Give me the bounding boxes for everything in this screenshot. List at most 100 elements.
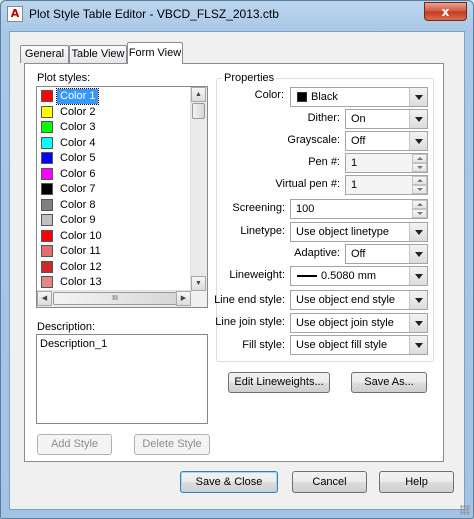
horizontal-scroll-thumb[interactable]: III (53, 292, 177, 305)
cancel-button[interactable]: Cancel (292, 471, 367, 493)
plot-styles-list[interactable]: Color 1 Color 2 Color 3 Color 4 Color 5 Color… (36, 86, 208, 308)
autocad-app-icon: A (7, 6, 23, 22)
spin-up-icon[interactable] (412, 176, 427, 185)
plot-style-list-item[interactable]: Color 8 (39, 198, 191, 213)
resize-grip-icon[interactable] (460, 505, 470, 515)
plot-style-list-item[interactable]: Color 1 (39, 88, 191, 105)
chevron-down-icon[interactable] (409, 110, 427, 128)
adaptive-dropdown[interactable]: Off (345, 244, 428, 264)
pen-number-spinner[interactable]: 1 (345, 153, 428, 173)
color-swatch (297, 92, 307, 102)
scroll-left-icon[interactable]: ◀ (37, 291, 52, 306)
color-swatch (41, 245, 53, 257)
grayscale-label: Grayscale: (287, 134, 340, 146)
save-as-button[interactable]: Save As... (351, 372, 427, 393)
screening-value: 100 (296, 203, 315, 215)
help-button[interactable]: Help (379, 471, 454, 493)
scroll-right-icon[interactable]: ▶ (176, 291, 191, 306)
chevron-down-icon[interactable] (409, 291, 427, 309)
color-swatch (41, 229, 53, 242)
vertical-scroll-thumb[interactable] (192, 103, 205, 119)
color-value: Black (311, 91, 338, 103)
chevron-down-icon[interactable] (409, 314, 427, 332)
spin-down-icon[interactable] (412, 185, 427, 194)
linetype-label: Linetype: (240, 225, 285, 237)
line-end-style-dropdown[interactable]: Use object end style (290, 290, 428, 310)
plot-styles-label: Plot styles: (37, 72, 91, 84)
plot-style-label: Color 1 (55, 88, 100, 105)
lineweight-label: Lineweight: (229, 269, 285, 281)
lineweight-sample-line (297, 275, 317, 277)
plot-style-label: Color 3 (60, 121, 96, 133)
spin-down-icon[interactable] (412, 209, 427, 218)
color-dropdown[interactable]: Black (290, 87, 428, 107)
delete-style-button[interactable]: Delete Style (134, 434, 210, 455)
plot-style-list-item[interactable]: Color 2 (39, 105, 191, 120)
spin-up-icon[interactable] (412, 154, 427, 163)
color-swatch (41, 90, 53, 102)
title-bar[interactable]: A Plot Style Table Editor - VBCD_FLSZ_20… (1, 1, 473, 31)
screening-spinner[interactable]: 100 (290, 199, 428, 219)
fill-style-dropdown[interactable]: Use object fill style (290, 335, 428, 355)
plot-style-list-item[interactable]: Color 7 (39, 182, 191, 197)
chevron-down-icon[interactable] (409, 245, 427, 263)
plot-style-list-item[interactable]: Color 12 (39, 260, 191, 275)
plot-style-label: Color 13 (60, 276, 102, 288)
plot-style-list-item[interactable]: Color 11 (39, 244, 191, 259)
tab-strip: General Table View Form View (20, 42, 440, 64)
scroll-down-icon[interactable]: ▼ (191, 276, 206, 291)
plot-style-list-item[interactable]: Color 13 (39, 275, 191, 290)
line-join-style-dropdown[interactable]: Use object join style (290, 313, 428, 333)
tab-general[interactable]: General (20, 45, 69, 63)
plot-style-label: Color 10 (60, 229, 102, 242)
chevron-down-icon[interactable] (409, 267, 427, 285)
chevron-down-icon[interactable] (409, 132, 427, 150)
save-and-close-button[interactable]: Save & Close (180, 471, 278, 493)
pen-number-value: 1 (351, 157, 358, 169)
color-label: Color: (254, 89, 284, 101)
color-swatch (41, 121, 53, 133)
plot-style-list-item[interactable]: Color 3 (39, 120, 191, 135)
fill-style-value: Use object fill style (296, 339, 388, 351)
close-button[interactable]: x (424, 2, 467, 21)
description-textarea[interactable]: Description_1 (36, 334, 208, 424)
chevron-down-icon[interactable] (409, 223, 427, 241)
description-label: Description: (37, 321, 96, 333)
plot-style-label: Color 8 (60, 198, 96, 211)
plot-style-list-item[interactable]: Color 9 (39, 213, 191, 228)
dither-dropdown[interactable]: On (345, 109, 428, 129)
grayscale-dropdown[interactable]: Off (345, 131, 428, 151)
tab-table-view[interactable]: Table View (69, 45, 127, 63)
chevron-down-icon[interactable] (409, 336, 427, 354)
spin-down-icon[interactable] (412, 163, 427, 172)
line-end-style-value: Use object end style (296, 294, 396, 306)
plot-styles-horizontal-scrollbar[interactable]: ◀ III ▶ (37, 290, 191, 307)
color-swatch (41, 198, 53, 211)
plot-style-list-item[interactable]: Color 6 (39, 167, 191, 182)
plot-style-list-item[interactable]: Color 4 (39, 136, 191, 151)
line-join-style-value: Use object join style (296, 317, 394, 329)
plot-styles-vertical-scrollbar[interactable]: ▲ ▼ (190, 87, 207, 291)
scroll-up-icon[interactable]: ▲ (191, 87, 206, 102)
edit-lineweights-button[interactable]: Edit Lineweights... (228, 372, 330, 393)
add-style-button[interactable]: Add Style (37, 434, 112, 455)
color-swatch (41, 136, 53, 149)
line-end-style-label: Line end style: (214, 294, 285, 306)
tab-form-view[interactable]: Form View (127, 42, 183, 64)
spin-up-icon[interactable] (412, 200, 427, 209)
adaptive-value: Off (351, 248, 366, 260)
line-join-style-label: Line join style: (215, 316, 285, 328)
plot-style-label: Color 4 (60, 136, 96, 149)
color-swatch (41, 152, 53, 164)
close-icon: x (441, 5, 450, 19)
adaptive-label: Adaptive: (294, 247, 340, 259)
virtual-pen-number-spinner[interactable]: 1 (345, 175, 428, 195)
color-swatch (41, 105, 53, 118)
chevron-down-icon[interactable] (409, 88, 427, 106)
linetype-dropdown[interactable]: Use object linetype (290, 222, 428, 242)
color-swatch (41, 214, 53, 226)
plot-style-list-item[interactable]: Color 10 (39, 229, 191, 244)
lineweight-dropdown[interactable]: 0.5080 mm (290, 266, 428, 286)
plot-style-list-item[interactable]: Color 5 (39, 151, 191, 166)
linetype-value: Use object linetype (296, 226, 389, 238)
